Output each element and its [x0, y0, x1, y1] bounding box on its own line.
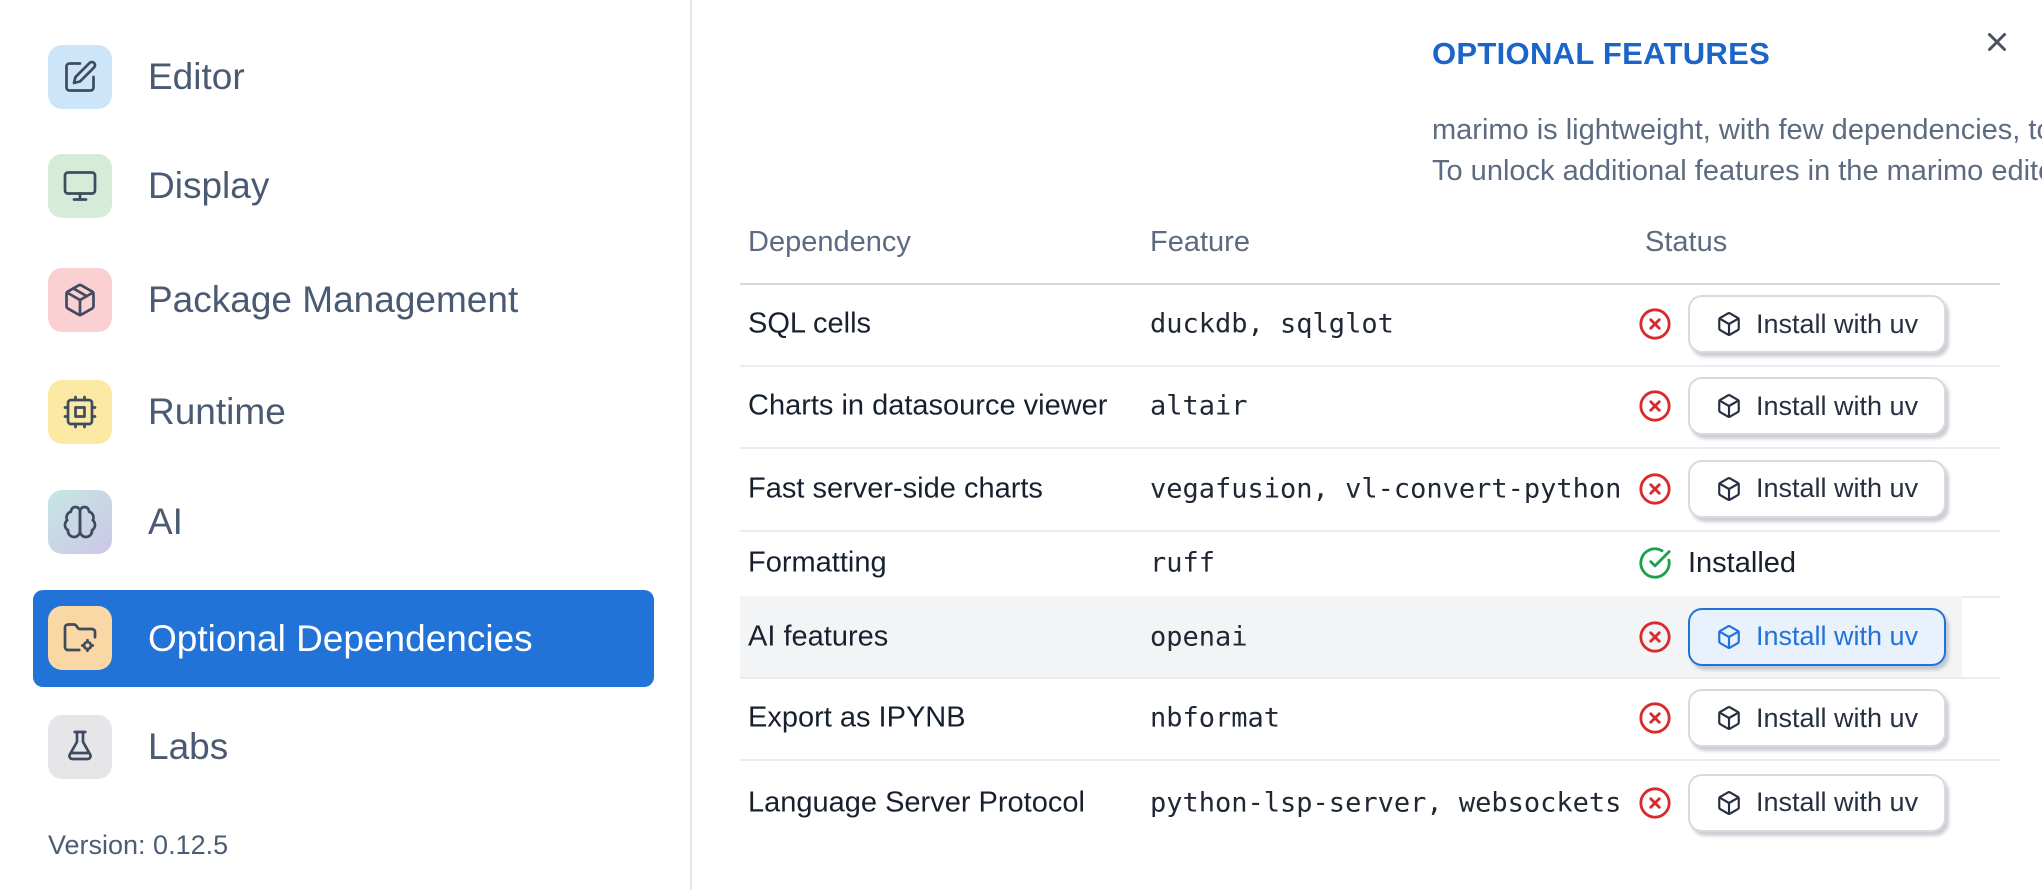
install-with-uv-button[interactable]: Install with uv	[1688, 459, 1947, 518]
install-with-uv-button[interactable]: Install with uv	[1688, 377, 1947, 435]
status-cell: Install with uv	[1638, 459, 1947, 518]
settings-dialog: Editor Display Package Management Runtime AI…	[0, 0, 2042, 890]
status-cell: Install with uv	[1638, 607, 1947, 666]
sidebar-item-label: Labs	[148, 726, 229, 767]
flask-icon	[48, 715, 112, 779]
box-icon	[1716, 476, 1742, 502]
box-icon	[1716, 705, 1742, 731]
sidebar-item-optional-dependencies[interactable]: Optional Dependencies	[33, 590, 654, 687]
sidebar-item-label: Display	[148, 165, 270, 206]
close-icon	[1982, 27, 2012, 57]
install-button-label: Install with uv	[1756, 702, 1919, 733]
install-with-uv-button[interactable]: Install with uv	[1688, 607, 1947, 666]
feature-cell: ruff	[1150, 547, 1216, 579]
monitor-icon	[48, 154, 112, 218]
circle-x-icon	[1638, 701, 1672, 735]
dependency-cell: Charts in datasource viewer	[748, 389, 1108, 422]
dependency-cell: Formatting	[748, 546, 887, 579]
sidebar-item-display[interactable]: Display	[40, 154, 655, 218]
sidebar-item-labs[interactable]: Labs	[40, 715, 655, 779]
dependency-cell: AI features	[748, 620, 889, 652]
install-button-label: Install with uv	[1756, 473, 1919, 503]
table-row: Formatting ruff Installed	[740, 530, 2000, 598]
box-icon	[1716, 311, 1742, 337]
box-icon	[1716, 393, 1742, 419]
sidebar-item-label: Package Management	[148, 279, 519, 320]
table-row: Language Server Protocol python-lsp-serve…	[740, 759, 2000, 846]
optional-features-table: Dependency Feature Status SQL cells duckdb, …	[740, 0, 2000, 890]
table-row: Export as IPYNB nbformat Install with uv	[740, 677, 2000, 761]
sidebar-item-package-management[interactable]: Package Management	[40, 268, 655, 332]
feature-cell: nbformat	[1150, 702, 1281, 734]
dependency-cell: Fast server-side charts	[748, 472, 1043, 504]
circle-x-icon	[1638, 472, 1672, 506]
edit-icon	[48, 45, 112, 109]
column-header-feature: Feature	[1150, 226, 1250, 258]
circle-x-icon	[1638, 389, 1672, 423]
dependency-cell: Export as IPYNB	[748, 701, 966, 734]
brain-icon	[48, 490, 112, 554]
sidebar-item-ai[interactable]: AI	[40, 490, 655, 554]
table-row: SQL cells duckdb, sqlglot Install with uv	[740, 283, 2000, 367]
sidebar-item-runtime[interactable]: Runtime	[40, 380, 655, 444]
feature-cell: duckdb, sqlglot	[1150, 308, 1394, 340]
install-button-label: Install with uv	[1756, 308, 1919, 339]
circle-x-icon	[1638, 307, 1672, 341]
sidebar-item-label: Runtime	[148, 391, 286, 432]
version-label: Version: 0.12.5	[48, 830, 229, 860]
circle-check-icon	[1638, 546, 1672, 580]
install-with-uv-button[interactable]: Install with uv	[1688, 773, 1947, 832]
sidebar-item-label: AI	[148, 501, 183, 542]
table-row: Charts in datasource viewer altair Install…	[740, 365, 2000, 449]
column-header-status: Status	[1645, 226, 1728, 258]
status-cell: Installed	[1638, 546, 1796, 580]
package-icon	[48, 268, 112, 332]
cpu-icon	[48, 380, 112, 444]
status-cell: Install with uv	[1638, 689, 1947, 747]
table-row: AI features openai Install with uv	[740, 596, 2000, 679]
install-with-uv-button[interactable]: Install with uv	[1688, 689, 1947, 747]
circle-x-icon	[1638, 620, 1672, 654]
feature-cell: python-lsp-server, websockets	[1150, 787, 1622, 818]
feature-cell: vegafusion, vl-convert-python	[1150, 473, 1622, 504]
sidebar-item-label: Optional Dependencies	[148, 617, 533, 659]
close-button[interactable]	[1975, 20, 2019, 64]
sidebar-item-editor[interactable]: Editor	[40, 45, 655, 109]
status-cell: Install with uv	[1638, 377, 1947, 435]
feature-cell: altair	[1150, 390, 1248, 422]
table-row: Fast server-side charts vegafusion, vl-co…	[740, 447, 2000, 532]
install-button-label: Install with uv	[1756, 621, 1919, 651]
status-cell: Install with uv	[1638, 295, 1947, 353]
dependency-cell: Language Server Protocol	[748, 786, 1085, 818]
install-button-label: Install with uv	[1756, 390, 1919, 421]
install-button-label: Install with uv	[1756, 787, 1919, 817]
sidebar-item-label: Editor	[148, 56, 245, 97]
circle-x-icon	[1638, 786, 1672, 820]
installed-label: Installed	[1688, 546, 1797, 579]
dependency-cell: SQL cells	[748, 307, 872, 340]
install-with-uv-button[interactable]: Install with uv	[1688, 295, 1947, 353]
sidebar: Editor Display Package Management Runtime AI…	[0, 0, 690, 890]
box-icon	[1716, 790, 1742, 816]
feature-cell: openai	[1150, 621, 1248, 652]
column-header-dependency: Dependency	[748, 226, 911, 258]
folder-cog-icon	[48, 606, 112, 670]
status-cell: Install with uv	[1638, 773, 1947, 832]
box-icon	[1716, 624, 1742, 650]
